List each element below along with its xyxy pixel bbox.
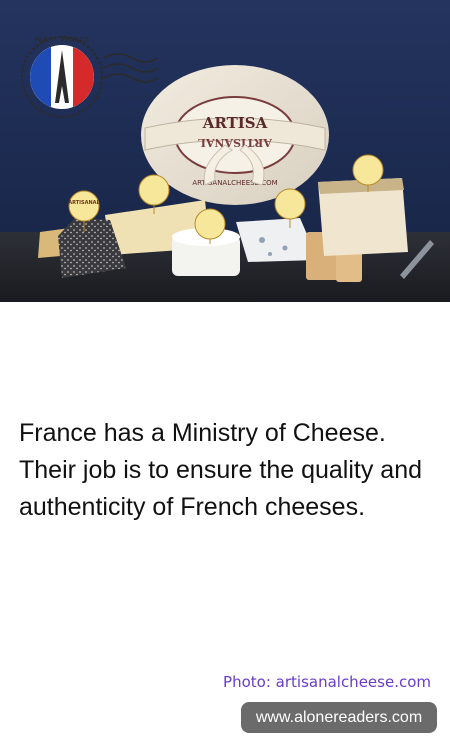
photo-credit: Photo: artisanalcheese.com [223, 673, 431, 691]
box-label-top: ARTISA [202, 114, 268, 132]
tag-brand: ARTISANAL [68, 200, 100, 206]
source-link[interactable]: www.alonereaders.com [241, 702, 437, 733]
fact-text: France has a Ministry of Cheese. Their j… [19, 419, 423, 521]
cheese-photo-graphic: ARTISA ARTISANAL ARTISANALCHEESE.COM ART… [0, 0, 450, 302]
stamp-text: PARIS · FRANCE [35, 36, 90, 44]
box-label-band: ARTISANAL [198, 136, 273, 149]
cheese-box: ARTISA ARTISANAL ARTISANALCHEESE.COM [141, 65, 329, 205]
cheese-photo: ARTISA ARTISANAL ARTISANALCHEESE.COM ART… [0, 0, 450, 302]
